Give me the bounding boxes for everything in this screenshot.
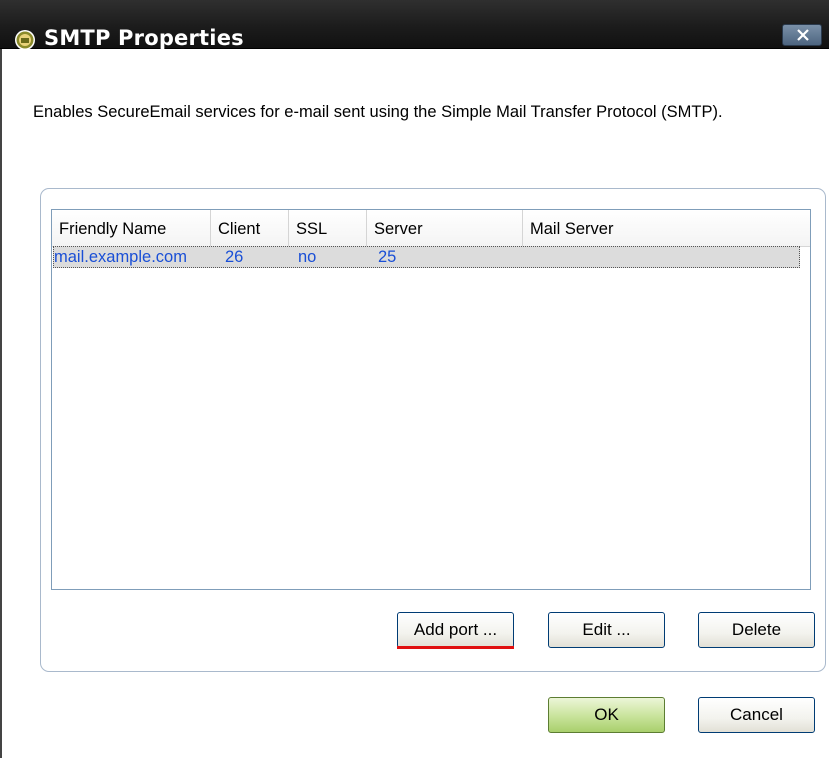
delete-button[interactable]: Delete: [698, 612, 815, 648]
cell-friendly-name: mail.example.com: [54, 248, 187, 266]
listview-header: Friendly Name Client SSL Server Mail Ser…: [52, 210, 810, 247]
column-header-client[interactable]: Client: [211, 210, 289, 246]
column-header-server[interactable]: Server: [367, 210, 523, 246]
cell-server: 25: [378, 248, 397, 266]
highlight-underline: [397, 646, 514, 649]
add-port-button[interactable]: Add port ...: [397, 612, 514, 648]
window-title: SMTP Properties: [44, 26, 244, 50]
title-bar: SMTP Properties: [0, 0, 829, 51]
table-row[interactable]: mail.example.com 26 no 25: [53, 246, 800, 268]
close-icon: [797, 29, 809, 41]
column-header-friendly-name[interactable]: Friendly Name: [52, 210, 211, 246]
cancel-button[interactable]: Cancel: [698, 697, 815, 733]
ports-listview[interactable]: Friendly Name Client SSL Server Mail Ser…: [51, 209, 811, 590]
column-header-ssl[interactable]: SSL: [289, 210, 367, 246]
cell-ssl: no: [298, 248, 317, 266]
ok-button[interactable]: OK: [548, 697, 665, 733]
close-button[interactable]: [782, 24, 822, 46]
description-text: Enables SecureEmail services for e-mail …: [33, 103, 723, 121]
column-header-mail-server[interactable]: Mail Server: [523, 210, 810, 246]
app-icon: [14, 29, 36, 51]
edit-button[interactable]: Edit ...: [548, 612, 665, 648]
cell-client: 26: [225, 248, 244, 266]
